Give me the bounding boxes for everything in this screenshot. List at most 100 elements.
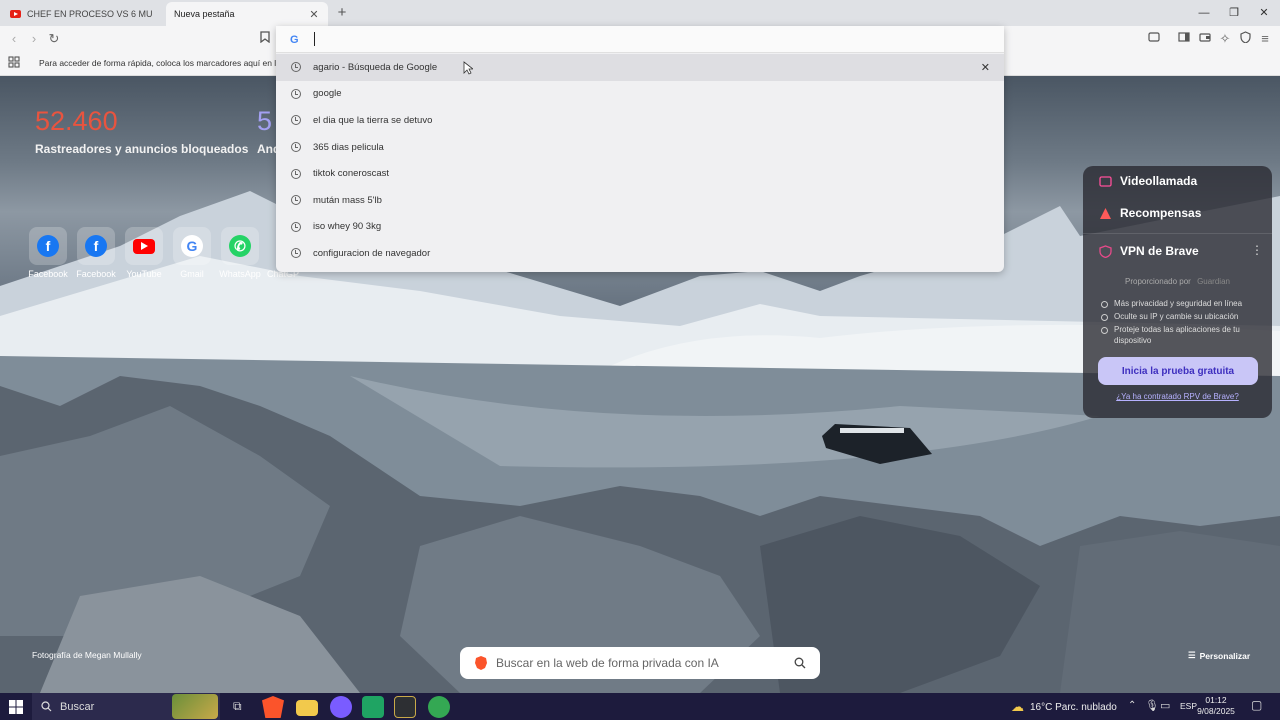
history-icon: [291, 88, 301, 99]
shortcut-label: Gmail: [180, 269, 204, 279]
windows-start-icon[interactable]: [9, 700, 23, 714]
show-hidden-icons[interactable]: ⌃: [1128, 700, 1136, 711]
suggestion-text: agario - Búsqueda de Google: [313, 61, 438, 73]
app-icon[interactable]: [394, 696, 416, 718]
suggestion-text: mután mass 5'lb: [313, 194, 382, 206]
suggestion-text: iso whey 90 3kg: [313, 221, 382, 233]
mouse-cursor-icon: [463, 61, 473, 75]
shortcut-label: Facebook: [28, 269, 68, 279]
vpn-title: VPN de Brave: [1120, 244, 1199, 258]
start-trial-button[interactable]: Inicia la prueba gratuita: [1098, 357, 1258, 385]
photo-credit[interactable]: Fotografía de Megan Mullally: [32, 650, 142, 660]
suggestion-item[interactable]: el dia que la tierra se detuvo: [276, 107, 1004, 134]
already-purchased-link[interactable]: ¿Ya ha contratado RPV de Brave?: [1083, 392, 1272, 401]
customize-button[interactable]: ☰ Personalizar: [1188, 650, 1250, 661]
language-indicator[interactable]: ESP: [1180, 701, 1197, 711]
sidebar-icon[interactable]: [1176, 31, 1192, 47]
suggestion-item[interactable]: configuracion de navegador: [276, 240, 1004, 267]
suggestion-item[interactable]: mután mass 5'lb: [276, 187, 1004, 214]
facebook-icon: f: [37, 235, 59, 257]
shortcut-facebook-2[interactable]: f: [77, 227, 115, 265]
suggestion-text: el dia que la tierra se detuvo: [313, 114, 433, 126]
remove-suggestion-icon[interactable]: ✕: [981, 61, 990, 74]
more-options-icon[interactable]: ⋮: [1251, 243, 1263, 257]
forward-icon[interactable]: ›: [26, 31, 42, 47]
rewards-item[interactable]: Recompensas: [1099, 206, 1201, 220]
video-call-icon: [1099, 175, 1112, 187]
search-icon[interactable]: [794, 657, 806, 669]
brave-lion-icon: [475, 656, 487, 670]
chrome-icon[interactable]: [428, 696, 450, 718]
suggestion-item[interactable]: tiktok coneroscast: [276, 160, 1004, 187]
suggestion-item[interactable]: 365 dias pelicula: [276, 134, 1004, 161]
reload-icon[interactable]: ↻: [46, 31, 62, 47]
green-app-icon[interactable]: [362, 696, 384, 718]
shortcut-gmail[interactable]: G: [173, 227, 211, 265]
whatsapp-icon: ✆: [229, 235, 251, 257]
address-input[interactable]: [314, 30, 974, 48]
omnibox-dropdown: G agario - Búsqueda de Google ✕ google e…: [276, 26, 1004, 272]
weather-cloud-icon: ☁: [1011, 699, 1024, 714]
suggestion-text: google: [313, 88, 342, 100]
clock-date: 9/08/2025: [1197, 706, 1235, 716]
customize-label: Personalizar: [1199, 650, 1251, 661]
weather-text: 16°C Parc. nublado: [1030, 701, 1117, 713]
google-icon: G: [290, 34, 299, 46]
customize-icon: ☰: [1188, 650, 1196, 660]
bookmarks-hint: Para acceder de forma rápida, coloca los…: [39, 58, 296, 68]
shortcut-facebook[interactable]: f: [29, 227, 67, 265]
task-view-icon[interactable]: ⧉: [233, 699, 242, 714]
shortcut-label: YouTube: [126, 269, 162, 279]
wallet-icon[interactable]: [1146, 31, 1162, 47]
history-icon: [291, 195, 301, 206]
suggestion-item[interactable]: iso whey 90 3kg: [276, 214, 1004, 241]
apps-grid-icon[interactable]: [6, 56, 22, 72]
video-call-label: Videollamada: [1120, 174, 1198, 188]
minimize-icon[interactable]: —: [1192, 4, 1216, 22]
video-call-item[interactable]: Videollamada: [1099, 174, 1197, 188]
taskbar-search-label: Buscar: [60, 700, 95, 713]
chat-app-icon[interactable]: [330, 696, 352, 718]
vpn-item[interactable]: VPN de Brave: [1099, 244, 1199, 258]
history-icon: [291, 248, 301, 259]
taskbar-search[interactable]: Buscar: [32, 693, 220, 720]
tab-title: CHEF EN PROCESO VS 6 MUJERES |G: [27, 9, 152, 19]
new-tab-button[interactable]: +: [334, 4, 350, 22]
menu-icon[interactable]: ≡: [1257, 31, 1273, 47]
close-tab-icon[interactable]: ✕: [308, 8, 320, 21]
tab-youtube[interactable]: CHEF EN PROCESO VS 6 MUJERES |G: [2, 2, 160, 26]
youtube-icon: [133, 238, 155, 254]
suggestion-text: configuracion de navegador: [313, 247, 431, 259]
wallet-card-icon[interactable]: [1197, 31, 1213, 47]
vpn-bullet-text: Oculte su IP y cambie su ubicación: [1114, 312, 1239, 321]
tab-new-tab[interactable]: Nueva pestaña ✕: [166, 2, 328, 26]
bookmark-icon[interactable]: [257, 31, 273, 47]
leo-ai-icon[interactable]: ✧: [1217, 31, 1233, 47]
microphone-icon[interactable]: 🎙: [1145, 699, 1159, 712]
clock[interactable]: 01:12 9/08/2025: [1196, 695, 1236, 717]
history-icon: [291, 62, 301, 73]
shortcut-youtube[interactable]: [125, 227, 163, 265]
suggestion-text: tiktok coneroscast: [313, 168, 390, 180]
shortcut-label: WhatsApp: [219, 269, 261, 279]
restore-icon[interactable]: ❐: [1222, 4, 1246, 22]
address-bar[interactable]: G: [276, 26, 1004, 53]
network-icon[interactable]: ▭: [1160, 699, 1170, 712]
trackers-count: 52.460: [35, 106, 118, 136]
weather-widget[interactable]: ☁ 16°C Parc. nublado: [1011, 699, 1117, 715]
file-explorer-icon[interactable]: [296, 700, 318, 716]
shortcut-whatsapp[interactable]: ✆: [221, 227, 259, 265]
notifications-icon[interactable]: ▢: [1251, 698, 1262, 712]
vpn-bullet: Más privacidad y seguridad en línea: [1101, 298, 1261, 309]
clock-time: 01:12: [1205, 695, 1227, 705]
vpn-shield-icon[interactable]: [1237, 31, 1253, 47]
close-window-icon[interactable]: ✕: [1252, 4, 1276, 22]
back-icon[interactable]: ‹: [6, 31, 22, 47]
brave-app-icon[interactable]: [262, 696, 284, 718]
vpn-bullet-text: Proteje todas las aplicaciones de tu dis…: [1114, 325, 1240, 345]
ai-search-box[interactable]: Buscar en la web de forma privada con IA: [460, 647, 820, 679]
suggestion-item[interactable]: agario - Búsqueda de Google ✕: [276, 54, 1004, 81]
suggestion-item[interactable]: google: [276, 81, 1004, 108]
vpn-bullet: Proteje todas las aplicaciones de tu dis…: [1101, 324, 1261, 346]
suggestion-text: 365 dias pelicula: [313, 141, 384, 153]
